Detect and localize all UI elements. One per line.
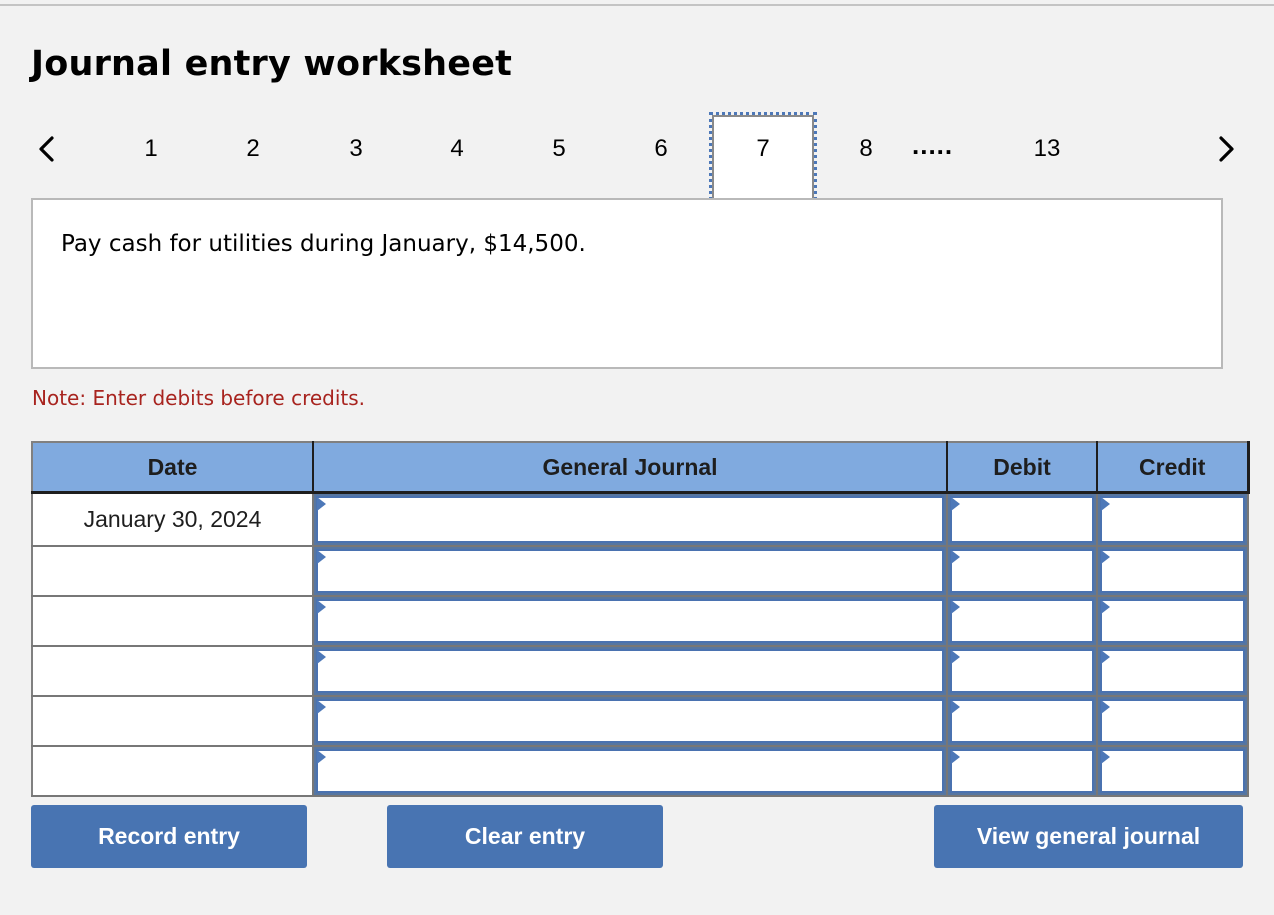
transaction-prompt-box: Pay cash for utilities during January, $… bbox=[31, 198, 1223, 369]
dropdown-marker-icon bbox=[951, 600, 960, 614]
dropdown-marker-icon bbox=[1101, 550, 1110, 564]
account-select-cell bbox=[312, 645, 948, 697]
page-13[interactable]: 13 bbox=[1027, 135, 1067, 163]
header-date: Date bbox=[31, 441, 314, 494]
credit-input[interactable] bbox=[1100, 549, 1245, 593]
page-3[interactable]: 3 bbox=[336, 135, 376, 163]
date-cell bbox=[31, 745, 314, 797]
dropdown-marker-icon bbox=[951, 650, 960, 664]
dropdown-marker-icon bbox=[1101, 650, 1110, 664]
account-select-cell bbox=[312, 545, 948, 597]
page-6[interactable]: 6 bbox=[641, 135, 681, 163]
debit-input[interactable] bbox=[950, 599, 1094, 643]
debit-input-cell bbox=[946, 545, 1098, 597]
account-select[interactable] bbox=[316, 549, 944, 593]
clear-entry-button[interactable]: Clear entry bbox=[387, 805, 663, 868]
dropdown-marker-icon bbox=[1101, 497, 1110, 511]
credit-input[interactable] bbox=[1100, 496, 1245, 543]
journal-row bbox=[31, 645, 1249, 697]
dropdown-marker-icon bbox=[317, 550, 326, 564]
journal-row bbox=[31, 695, 1249, 747]
credit-input[interactable] bbox=[1100, 649, 1245, 693]
header-debit: Debit bbox=[947, 441, 1098, 494]
journal-row: January 30, 2024 bbox=[31, 491, 1249, 547]
header-general-journal: General Journal bbox=[313, 441, 948, 494]
journal-row bbox=[31, 595, 1249, 647]
header-credit: Credit bbox=[1097, 441, 1250, 494]
debit-input[interactable] bbox=[950, 699, 1094, 743]
credit-input-cell bbox=[1096, 491, 1249, 547]
dropdown-marker-icon bbox=[1101, 700, 1110, 714]
account-select-cell bbox=[312, 745, 948, 797]
date-cell bbox=[31, 595, 314, 647]
credit-input-cell bbox=[1096, 745, 1249, 797]
record-entry-button[interactable]: Record entry bbox=[31, 805, 307, 868]
debit-input-cell bbox=[946, 491, 1098, 547]
dropdown-marker-icon bbox=[1101, 750, 1110, 764]
credit-input[interactable] bbox=[1100, 599, 1245, 643]
account-select-cell bbox=[312, 491, 948, 547]
account-select[interactable] bbox=[316, 599, 944, 643]
transaction-prompt: Pay cash for utilities during January, $… bbox=[61, 231, 586, 257]
debit-input-cell bbox=[946, 745, 1098, 797]
account-select[interactable] bbox=[316, 649, 944, 693]
chevron-left-icon bbox=[39, 136, 54, 162]
top-divider bbox=[0, 4, 1274, 6]
debit-input[interactable] bbox=[950, 649, 1094, 693]
credit-input[interactable] bbox=[1100, 749, 1245, 793]
dropdown-marker-icon bbox=[317, 497, 326, 511]
date-cell: January 30, 2024 bbox=[31, 491, 314, 547]
dropdown-marker-icon bbox=[317, 650, 326, 664]
date-cell bbox=[31, 545, 314, 597]
debit-input[interactable] bbox=[950, 749, 1094, 793]
dropdown-marker-icon bbox=[951, 750, 960, 764]
credit-input[interactable] bbox=[1100, 699, 1245, 743]
page-4[interactable]: 4 bbox=[437, 135, 477, 163]
page-1[interactable]: 1 bbox=[131, 135, 171, 163]
page-8[interactable]: 8 bbox=[846, 135, 886, 163]
credit-input-cell bbox=[1096, 595, 1249, 647]
prev-entry-button[interactable] bbox=[33, 134, 63, 164]
debit-input[interactable] bbox=[950, 549, 1094, 593]
debit-input-cell bbox=[946, 645, 1098, 697]
account-select-cell bbox=[312, 695, 948, 747]
page-title: Journal entry worksheet bbox=[31, 44, 513, 84]
page-5[interactable]: 5 bbox=[539, 135, 579, 163]
pager-ellipsis: ..... bbox=[912, 130, 954, 160]
date-cell bbox=[31, 645, 314, 697]
debit-input-cell bbox=[946, 595, 1098, 647]
dropdown-marker-icon bbox=[951, 497, 960, 511]
dropdown-marker-icon bbox=[317, 600, 326, 614]
page-2[interactable]: 2 bbox=[233, 135, 273, 163]
dropdown-marker-icon bbox=[1101, 600, 1110, 614]
account-select[interactable] bbox=[316, 496, 944, 543]
date-cell bbox=[31, 695, 314, 747]
dropdown-marker-icon bbox=[951, 700, 960, 714]
journal-header-row: Date General Journal Debit Credit bbox=[31, 441, 1250, 494]
chevron-right-icon bbox=[1219, 136, 1234, 162]
dropdown-marker-icon bbox=[317, 750, 326, 764]
account-select-cell bbox=[312, 595, 948, 647]
page-7-active[interactable]: 7 bbox=[709, 112, 817, 206]
debit-input[interactable] bbox=[950, 496, 1094, 543]
credit-input-cell bbox=[1096, 645, 1249, 697]
journal-row bbox=[31, 745, 1249, 797]
instruction-note: Note: Enter debits before credits. bbox=[32, 386, 366, 410]
credit-input-cell bbox=[1096, 545, 1249, 597]
dropdown-marker-icon bbox=[317, 700, 326, 714]
next-entry-button[interactable] bbox=[1210, 134, 1240, 164]
account-select[interactable] bbox=[316, 749, 944, 793]
debit-input-cell bbox=[946, 695, 1098, 747]
journal-table: Date General Journal Debit Credit Januar… bbox=[31, 441, 1250, 797]
dropdown-marker-icon bbox=[951, 550, 960, 564]
view-general-journal-button[interactable]: View general journal bbox=[934, 805, 1243, 868]
journal-row bbox=[31, 545, 1249, 597]
account-select[interactable] bbox=[316, 699, 944, 743]
credit-input-cell bbox=[1096, 695, 1249, 747]
entry-pager: 1 2 3 4 5 6 7 8 ..... 13 bbox=[0, 110, 1274, 206]
